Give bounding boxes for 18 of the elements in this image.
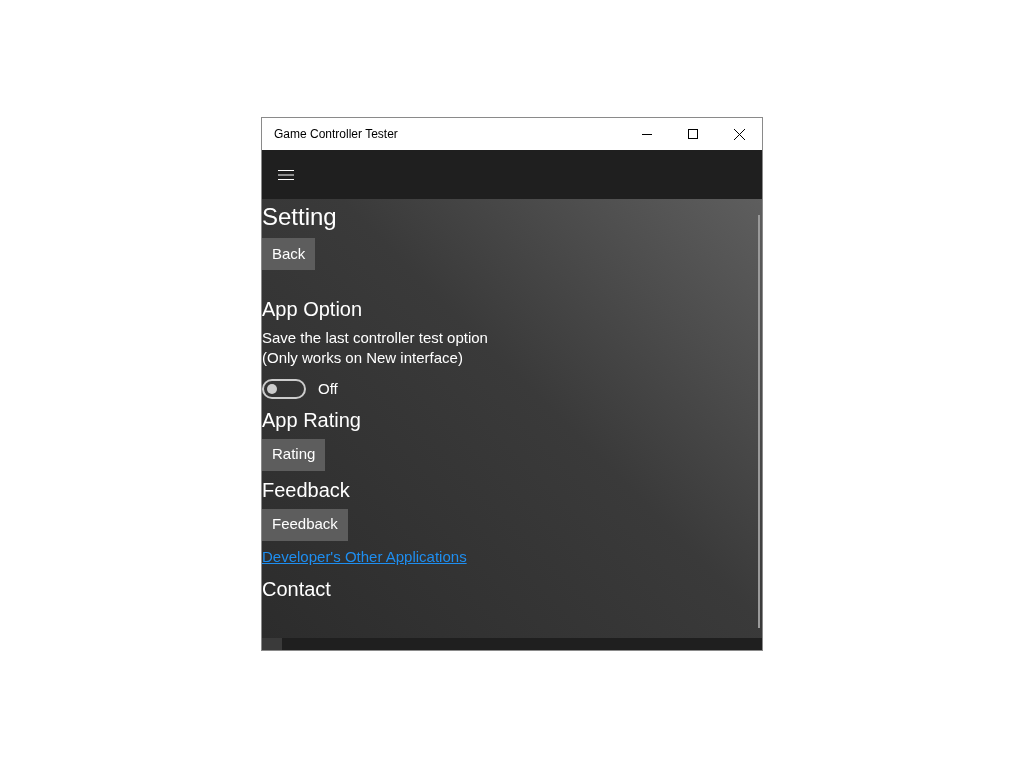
- section-heading: App Rating: [262, 407, 362, 433]
- toggle-switch[interactable]: [262, 379, 306, 400]
- menu-button[interactable]: [277, 167, 295, 182]
- close-icon: [733, 128, 745, 140]
- section-heading: Feedback: [262, 477, 351, 503]
- window-title: Game Controller Tester: [274, 126, 399, 143]
- action-button[interactable]: Rating: [262, 438, 326, 471]
- action-button[interactable]: Back: [262, 238, 316, 270]
- minimize-icon: [642, 133, 652, 135]
- option-description: Save the last controller test option (Only works on New interface): [262, 328, 489, 368]
- section-heading: App Option: [262, 297, 364, 322]
- developer-link[interactable]: Developer's Other Applications: [262, 546, 467, 567]
- action-button[interactable]: Feedback: [262, 508, 348, 541]
- menu-icon: [278, 169, 294, 180]
- maximize-icon: [688, 129, 698, 139]
- toggle-label: Off: [318, 379, 338, 399]
- section-heading: Contact: [262, 576, 332, 602]
- page-title: Setting: [262, 202, 338, 232]
